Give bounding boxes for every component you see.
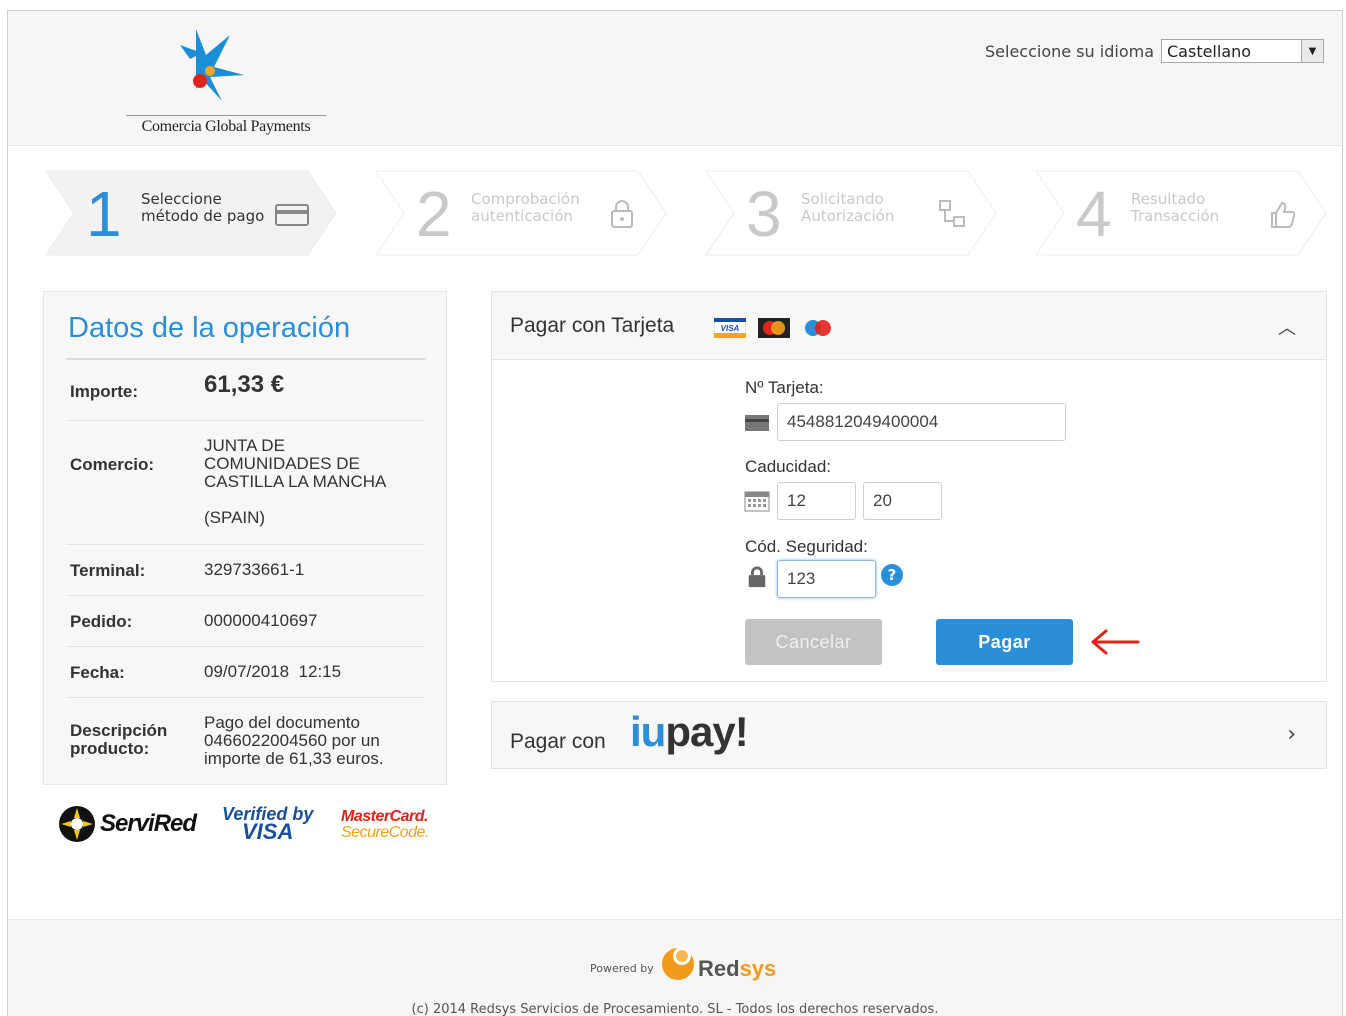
maestro-card-icon <box>805 320 831 336</box>
help-icon[interactable]: ? <box>881 564 903 586</box>
card-panel-title: Pagar con Tarjeta <box>510 314 675 337</box>
mastercard-icon <box>758 318 790 338</box>
step-label: Solicitando Autorización <box>801 190 895 225</box>
step-number: 4 <box>1076 178 1112 250</box>
row-descripcion: Descripción producto: Pago del documento… <box>66 697 424 781</box>
red-arrow-icon <box>1091 629 1140 655</box>
cancel-button[interactable]: Cancelar <box>745 619 882 665</box>
card-icon <box>275 204 309 226</box>
row-label: Fecha: <box>70 663 125 682</box>
redsys-logo-icon <box>662 947 694 980</box>
step-number: 2 <box>416 178 452 250</box>
calendar-icon <box>744 491 770 512</box>
card-logos: VISA <box>714 318 834 338</box>
visa-card-icon: VISA <box>714 318 746 338</box>
step-label: Seleccione método de pago <box>141 190 265 225</box>
language-select[interactable]: Castellano ▼ <box>1161 39 1324 63</box>
card-payment-panel: Pagar con Tarjeta VISA ︿ Nº Tarjeta: 454… <box>491 291 1327 682</box>
chevron-up-icon[interactable]: ︿ <box>1278 314 1296 340</box>
mastercard-securecode-badge: MasterCard. SecureCode. <box>341 808 429 841</box>
row-value: 09/07/2018 12:15 <box>204 662 342 681</box>
step-3: 3 Solicitando Autorización <box>704 169 998 257</box>
lock-icon <box>748 566 766 588</box>
expiry-month-input[interactable]: 12 <box>777 482 856 520</box>
iupay-payment-panel[interactable]: Pagar con iupay! › <box>491 701 1327 769</box>
card-panel-header[interactable]: Pagar con Tarjeta VISA ︿ <box>492 292 1326 360</box>
pay-button[interactable]: Pagar <box>936 619 1073 665</box>
card-number-label: Nº Tarjeta: <box>745 378 824 397</box>
header: Comercia Global Payments Seleccione su i… <box>8 11 1342 146</box>
brand-text: Comercia Global Payments <box>126 115 326 136</box>
step-number: 1 <box>86 178 122 250</box>
row-pedido: Pedido: 000000410697 <box>66 595 424 646</box>
cvv-label: Cód. Seguridad: <box>745 537 868 556</box>
payment-page: Comercia Global Payments Seleccione su i… <box>7 10 1343 1016</box>
expiry-label: Caducidad: <box>745 457 832 476</box>
row-label: Terminal: <box>70 561 146 580</box>
copyright-text: (c) 2014 Redsys Servicios de Procesamien… <box>411 1002 939 1016</box>
row-label: Descripción producto: <box>70 721 168 758</box>
operation-title: Datos de la operación <box>68 312 351 344</box>
row-value: Pago del documento 0466022004560 por un … <box>204 713 384 768</box>
step-1: 1 Seleccione método de pago <box>44 169 338 257</box>
amount-value: 61,33 € <box>204 371 285 398</box>
progress-steps: 1 Seleccione método de pago 2 Comprobació… <box>44 169 1334 257</box>
row-label: Pedido: <box>70 612 133 631</box>
expiry-year-input[interactable]: 20 <box>863 482 942 520</box>
brand-logo: Comercia Global Payments <box>118 27 328 135</box>
step-number: 3 <box>746 178 782 250</box>
security-badges: ServiRed Verified by VISA MasterCard. Se… <box>58 803 438 853</box>
row-value: 000000410697 <box>204 611 318 630</box>
step-label: Resultado Transacción <box>1131 190 1220 225</box>
star-logo-icon <box>180 29 244 101</box>
servired-badge: ServiRed <box>58 805 197 843</box>
card-number-input[interactable]: 4548812049400004 <box>777 403 1066 441</box>
step-label: Comprobación autenticación <box>471 190 580 225</box>
powered-by-text: Powered by <box>590 962 654 975</box>
language-label: Seleccione su idioma <box>985 41 1154 61</box>
language-value: Castellano <box>1167 41 1252 61</box>
row-importe: Importe: 61,33 € <box>66 360 424 420</box>
row-fecha: Fecha: 09/07/2018 12:15 <box>66 646 424 697</box>
lock-icon <box>611 200 633 228</box>
row-label: Comercio: <box>70 455 155 474</box>
step-2: 2 Comprobación autenticación <box>374 169 668 257</box>
operation-details-panel: Datos de la operación Importe: 61,33 € C… <box>43 291 447 785</box>
row-value: JUNTA DE COMUNIDADES DE CASTILLA LA MANC… <box>204 436 387 527</box>
network-icon <box>939 200 965 227</box>
chevron-right-icon[interactable]: › <box>1287 722 1296 747</box>
row-terminal: Terminal: 329733661-1 <box>66 544 424 595</box>
row-comercio: Comercio: JUNTA DE COMUNIDADES DE CASTIL… <box>66 420 424 544</box>
footer: Powered by Redsys (c) 2014 Redsys Servic… <box>8 919 1342 1016</box>
servired-logo-icon <box>59 806 95 842</box>
servired-text: ServiRed <box>100 810 197 837</box>
verified-by-visa-badge: Verified by VISA <box>222 804 314 844</box>
row-value: 329733661-1 <box>204 560 305 579</box>
iupay-logo: iupay! <box>630 708 749 755</box>
chevron-down-icon[interactable]: ▼ <box>1301 40 1323 62</box>
step-4: 4 Resultado Transacción <box>1034 169 1328 257</box>
card-icon <box>745 415 769 431</box>
thumbs-up-icon <box>1271 201 1296 228</box>
svg-text:VISA: VISA <box>721 324 740 333</box>
row-label: Importe: <box>70 382 138 401</box>
language-selector: Seleccione su idioma Castellano ▼ <box>985 39 1324 63</box>
redsys-text: Redsys <box>698 956 777 981</box>
iupay-title: Pagar con <box>510 730 606 753</box>
cvv-input[interactable]: 123 <box>777 560 876 598</box>
